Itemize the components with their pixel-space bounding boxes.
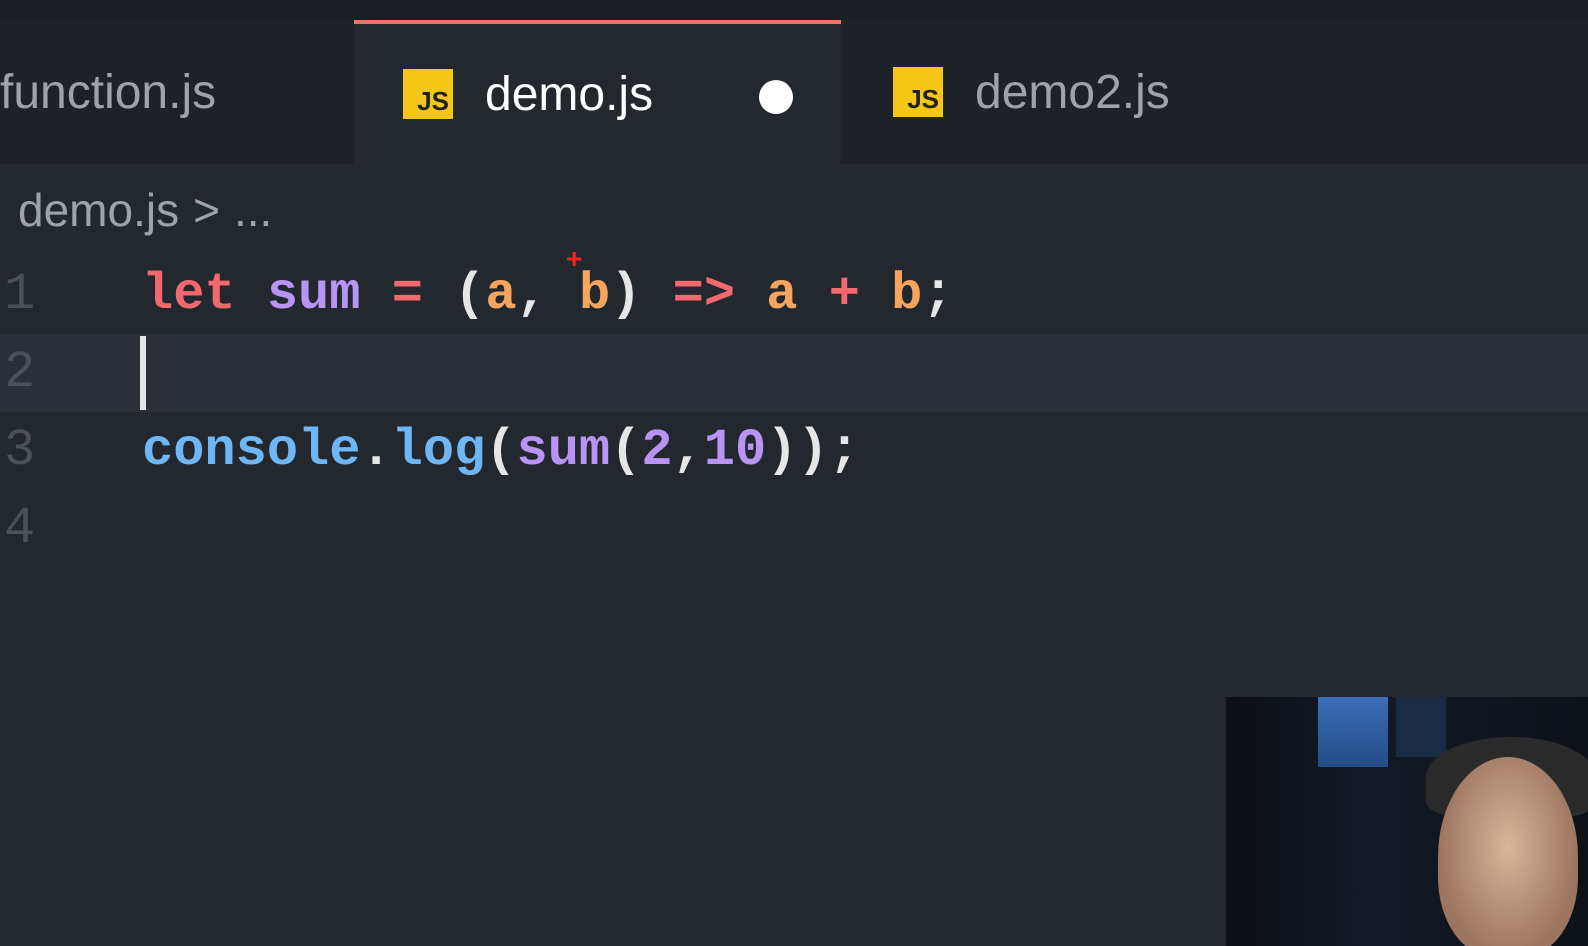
breadcrumb: demo.js > ... [18,183,272,237]
code-token: ; [922,265,954,324]
code-token: ) [610,265,673,324]
line-number: 4 [4,499,36,558]
tab-label: function.js [0,65,217,119]
code-token: sum [516,421,611,480]
tab-label: demo.js [485,67,654,121]
code-token: . [360,421,392,480]
code-token: let [142,265,236,324]
code-text: let sum = (a, b) => a + b; [142,256,954,334]
js-file-icon: JS [893,67,943,117]
tab-label: demo2.js [975,65,1170,119]
code-token: ( [485,421,517,480]
webcam-background-window [1318,697,1388,767]
code-token: b [891,265,923,324]
text-cursor [140,336,146,410]
code-token: ( [610,421,642,480]
tab-demo2-js[interactable]: JS demo2.js [843,20,1343,164]
code-token: , [672,421,704,480]
webcam-overlay [1226,697,1588,946]
chevron-right-icon: > [193,184,220,236]
line-number: 2 [4,343,36,402]
code-token: 2 [641,421,673,480]
breadcrumb-file[interactable]: demo.js [18,183,179,237]
code-line[interactable]: 3 console.log(sum(2,10)); [0,412,1588,490]
code-token: sum [266,265,361,324]
code-token: = [391,265,423,324]
code-token: console [142,421,361,480]
line-number: 1 [4,265,36,324]
breadcrumb-more[interactable]: ... [234,183,272,237]
tab-demo-js[interactable]: JS demo.js [354,20,841,164]
tab-function-js[interactable]: function.js [0,20,352,164]
code-token: a [485,265,517,324]
code-token: => [672,265,736,324]
title-strip [0,0,1588,20]
unsaved-dot-icon[interactable] [759,80,793,114]
js-file-icon: JS [403,69,453,119]
code-token: log [391,421,486,480]
line-number: 3 [4,421,36,480]
webcam-background [1396,697,1446,757]
code-editor[interactable]: 1 let sum = (a, b) => a + b; 2 3 console.log… [0,256,1588,568]
code-token: ( [422,265,486,324]
code-token: 10 [703,421,767,480]
mouse-crosshair-icon: + [566,243,583,274]
code-line[interactable]: 4 [0,490,1588,568]
code-token: + [828,265,860,324]
code-line[interactable]: 1 let sum = (a, b) => a + b; [0,256,1588,334]
code-token: )); [766,421,860,480]
code-line[interactable]: 2 [0,334,1588,412]
webcam-person-face [1438,757,1578,946]
code-token: b [578,265,611,324]
code-text: console.log(sum(2,10)); [142,412,860,490]
code-token: a [766,265,798,324]
